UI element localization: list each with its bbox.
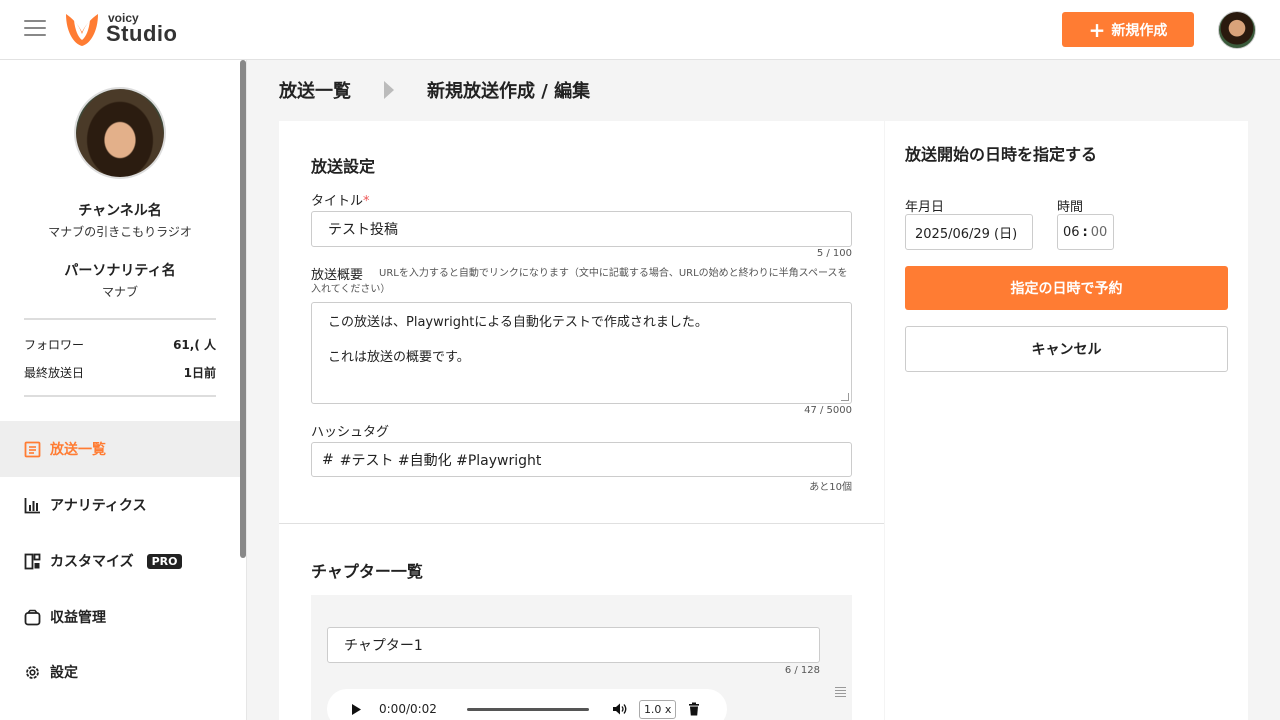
resize-handle-icon[interactable] (841, 393, 849, 401)
date-value: 2025/06/29 (日) (915, 226, 1018, 242)
stat-last-broadcast: 最終放送日 1日前 (24, 364, 216, 381)
sidebar-item-label: 収益管理 (50, 610, 106, 626)
hashtag-input[interactable]: # #テスト #自動化 #Playwright (311, 442, 852, 477)
stat-followers: フォロワー 61,( 人 (24, 336, 216, 353)
broadcast-settings-title: 放送設定 (311, 157, 376, 176)
sidebar-item-label: カスタマイズ (50, 554, 134, 570)
time-hour[interactable]: 06 (1063, 225, 1080, 240)
stat-followers-value: 61,( 人 (173, 338, 216, 352)
plus-icon: + (1088, 17, 1106, 42)
audio-time: 0:00/0:02 (379, 702, 437, 716)
list-icon (24, 441, 41, 458)
sidebar-divider (24, 318, 216, 320)
summary-textarea[interactable]: この放送は、Playwrightによる自動化テストで作成されました。 これは放送… (311, 302, 852, 404)
breadcrumb-separator-icon (384, 81, 394, 99)
hashtag-label: ハッシュタグ (311, 425, 390, 440)
sidebar-scrollbar[interactable] (240, 60, 246, 558)
date-label: 年月日 (905, 200, 945, 215)
sidebar-divider (24, 395, 216, 397)
hashtag-input-value: #テスト #自動化 #Playwright (339, 452, 542, 469)
sidebar-item-revenue[interactable]: 収益管理 (0, 589, 240, 645)
chapter-item: チャプター1 6 / 128 0:00/0:02 1.0 x (311, 595, 852, 720)
audio-progress-bar[interactable] (466, 707, 589, 711)
chapter-list-title: チャプター一覧 (311, 562, 423, 581)
user-avatar[interactable] (1218, 11, 1256, 49)
analytics-icon (24, 497, 41, 514)
sidebar-item-analytics[interactable]: アナリティクス (0, 477, 240, 533)
stat-last-broadcast-label: 最終放送日 (24, 366, 85, 380)
summary-hint: URLを入力すると自動でリンクになります（文中に記載する場合、URLの始めと終わ… (311, 268, 848, 295)
section-divider (279, 523, 884, 524)
sidebar-item-broadcast-list[interactable]: 放送一覧 (0, 421, 240, 477)
sidebar-item-customize[interactable]: カスタマイズ PRO (0, 533, 240, 589)
stat-last-broadcast-value: 1日前 (183, 366, 216, 380)
audio-player: 0:00/0:02 1.0 x (327, 689, 727, 720)
gear-icon (24, 664, 41, 681)
drag-handle-icon[interactable] (835, 687, 846, 699)
new-broadcast-button[interactable]: + 新規作成 (1062, 12, 1194, 47)
chapter-title-input[interactable]: チャプター1 (327, 627, 820, 663)
channel-name-label: チャンネル名 (78, 203, 162, 219)
breadcrumb-broadcast-list[interactable]: 放送一覧 (279, 77, 351, 103)
customize-icon (24, 553, 41, 570)
wallet-icon (24, 609, 41, 626)
title-label-text: タイトル (311, 194, 364, 209)
hashtag-icon: # (322, 451, 334, 468)
chapter-char-counter: 6 / 128 (784, 665, 820, 676)
channel-avatar (74, 87, 166, 179)
time-picker[interactable]: 06:00 (1057, 214, 1114, 250)
cancel-button[interactable]: キャンセル (905, 326, 1228, 372)
summary-line-2: これは放送の概要です。 (328, 350, 470, 365)
time-label: 時間 (1057, 200, 1084, 215)
schedule-submit-button[interactable]: 指定の日時で予約 (905, 266, 1228, 310)
schedule-title: 放送開始の日時を指定する (905, 145, 1098, 164)
new-broadcast-label: 新規作成 (1111, 22, 1168, 39)
pro-badge: PRO (146, 553, 183, 569)
title-input[interactable]: テスト投稿 (311, 211, 852, 247)
title-label: タイトル* (311, 190, 370, 209)
play-icon[interactable] (347, 700, 365, 718)
trash-icon[interactable] (686, 701, 702, 717)
logo-studio-text: Studio (106, 21, 178, 46)
channel-name-value: マナブの引きこもりラジオ (48, 225, 192, 239)
sidebar: チャンネル名 マナブの引きこもりラジオ パーソナリティ名 マナブ フォロワー 6… (0, 60, 247, 720)
personality-name-value: マナブ (101, 285, 138, 299)
time-minute[interactable]: 00 (1091, 225, 1108, 240)
voicy-studio-logo[interactable]: voicy Studio (62, 10, 192, 50)
chapter-title-value: チャプター1 (344, 638, 423, 654)
sidebar-item-label: アナリティクス (50, 498, 147, 514)
top-header: voicy Studio + 新規作成 (0, 0, 1280, 60)
sidebar-item-label: 放送一覧 (50, 442, 106, 458)
summary-char-counter: 47 / 5000 (804, 405, 852, 416)
title-input-value: テスト投稿 (328, 222, 398, 238)
title-char-counter: 5 / 100 (816, 248, 852, 259)
schedule-card: 放送開始の日時を指定する 年月日 時間 2025/06/29 (日) 06:00… (885, 121, 1248, 720)
breadcrumb: 放送一覧 新規放送作成 / 編集 (279, 78, 590, 102)
stat-followers-label: フォロワー (24, 338, 85, 352)
playback-speed-button[interactable]: 1.0 x (638, 699, 677, 719)
sidebar-item-settings[interactable]: 設定 (0, 644, 240, 700)
personality-name-label: パーソナリティ名 (64, 263, 176, 279)
volume-icon[interactable] (611, 700, 629, 718)
broadcast-settings-card: 放送設定 タイトル* テスト投稿 5 / 100 放送概要 URLを入力すると自… (279, 121, 884, 720)
summary-line-1: この放送は、Playwrightによる自動化テストで作成されました。 (328, 315, 708, 330)
hamburger-icon[interactable] (24, 20, 46, 38)
voicy-logo-mark-icon (66, 14, 98, 46)
sidebar-item-label: 設定 (50, 665, 78, 681)
hashtag-remaining: あと10個 (809, 482, 852, 493)
date-picker[interactable]: 2025/06/29 (日) (905, 214, 1033, 250)
breadcrumb-current: 新規放送作成 / 編集 (427, 81, 591, 102)
required-mark: * (363, 194, 370, 209)
time-colon: : (1082, 224, 1088, 240)
